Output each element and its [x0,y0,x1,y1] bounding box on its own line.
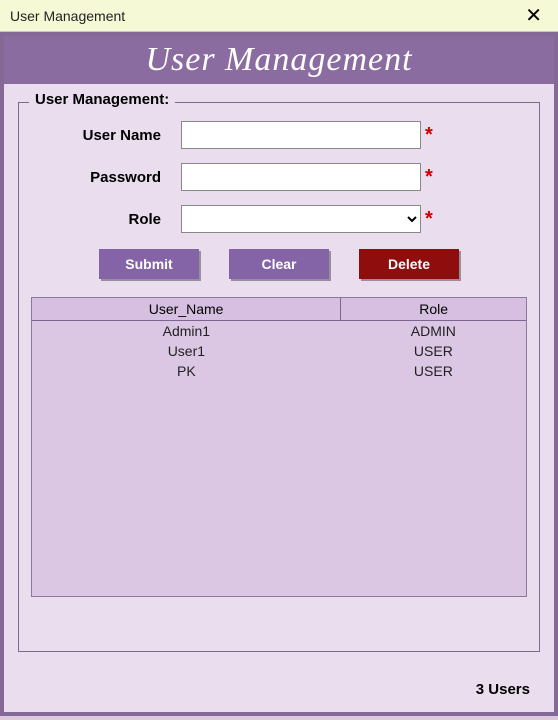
window-titlebar: User Management ✕ [0,0,558,32]
submit-button[interactable]: Submit [99,249,199,279]
header-banner: User Management [4,36,554,84]
banner-title: User Management [145,41,412,79]
col-header-username[interactable]: User_Name [32,298,341,321]
password-input[interactable] [181,163,421,191]
button-row: Submit Clear Delete [31,249,527,279]
table-row[interactable]: Admin1 ADMIN [32,321,526,342]
user-management-group: User Management: User Name * Password * … [18,102,540,652]
clear-button[interactable]: Clear [229,249,329,279]
cell-role: USER [341,341,526,361]
role-row: Role * [31,205,527,233]
role-select[interactable] [181,205,421,233]
users-table: User_Name Role Admin1 ADMIN User1 USER P… [32,298,526,381]
window-title: User Management [10,8,125,24]
username-label: User Name [31,127,181,144]
username-row: User Name * [31,121,527,149]
cell-user: PK [32,361,341,381]
table-row[interactable]: PK USER [32,361,526,381]
cell-user: Admin1 [32,321,341,342]
delete-button[interactable]: Delete [359,249,459,279]
cell-role: ADMIN [341,321,526,342]
password-row: Password * [31,163,527,191]
required-asterisk-icon: * [425,124,433,147]
status-count: 3 Users [476,681,530,698]
users-table-wrap: User_Name Role Admin1 ADMIN User1 USER P… [31,297,527,597]
role-label: Role [31,211,181,228]
cell-role: USER [341,361,526,381]
required-asterisk-icon: * [425,166,433,189]
col-header-role[interactable]: Role [341,298,526,321]
username-input[interactable] [181,121,421,149]
table-row[interactable]: User1 USER [32,341,526,361]
group-legend: User Management: [29,91,175,108]
required-asterisk-icon: * [425,208,433,231]
cell-user: User1 [32,341,341,361]
close-icon[interactable]: ✕ [519,4,548,28]
window-body: User Management User Management: User Na… [0,32,558,716]
password-label: Password [31,169,181,186]
